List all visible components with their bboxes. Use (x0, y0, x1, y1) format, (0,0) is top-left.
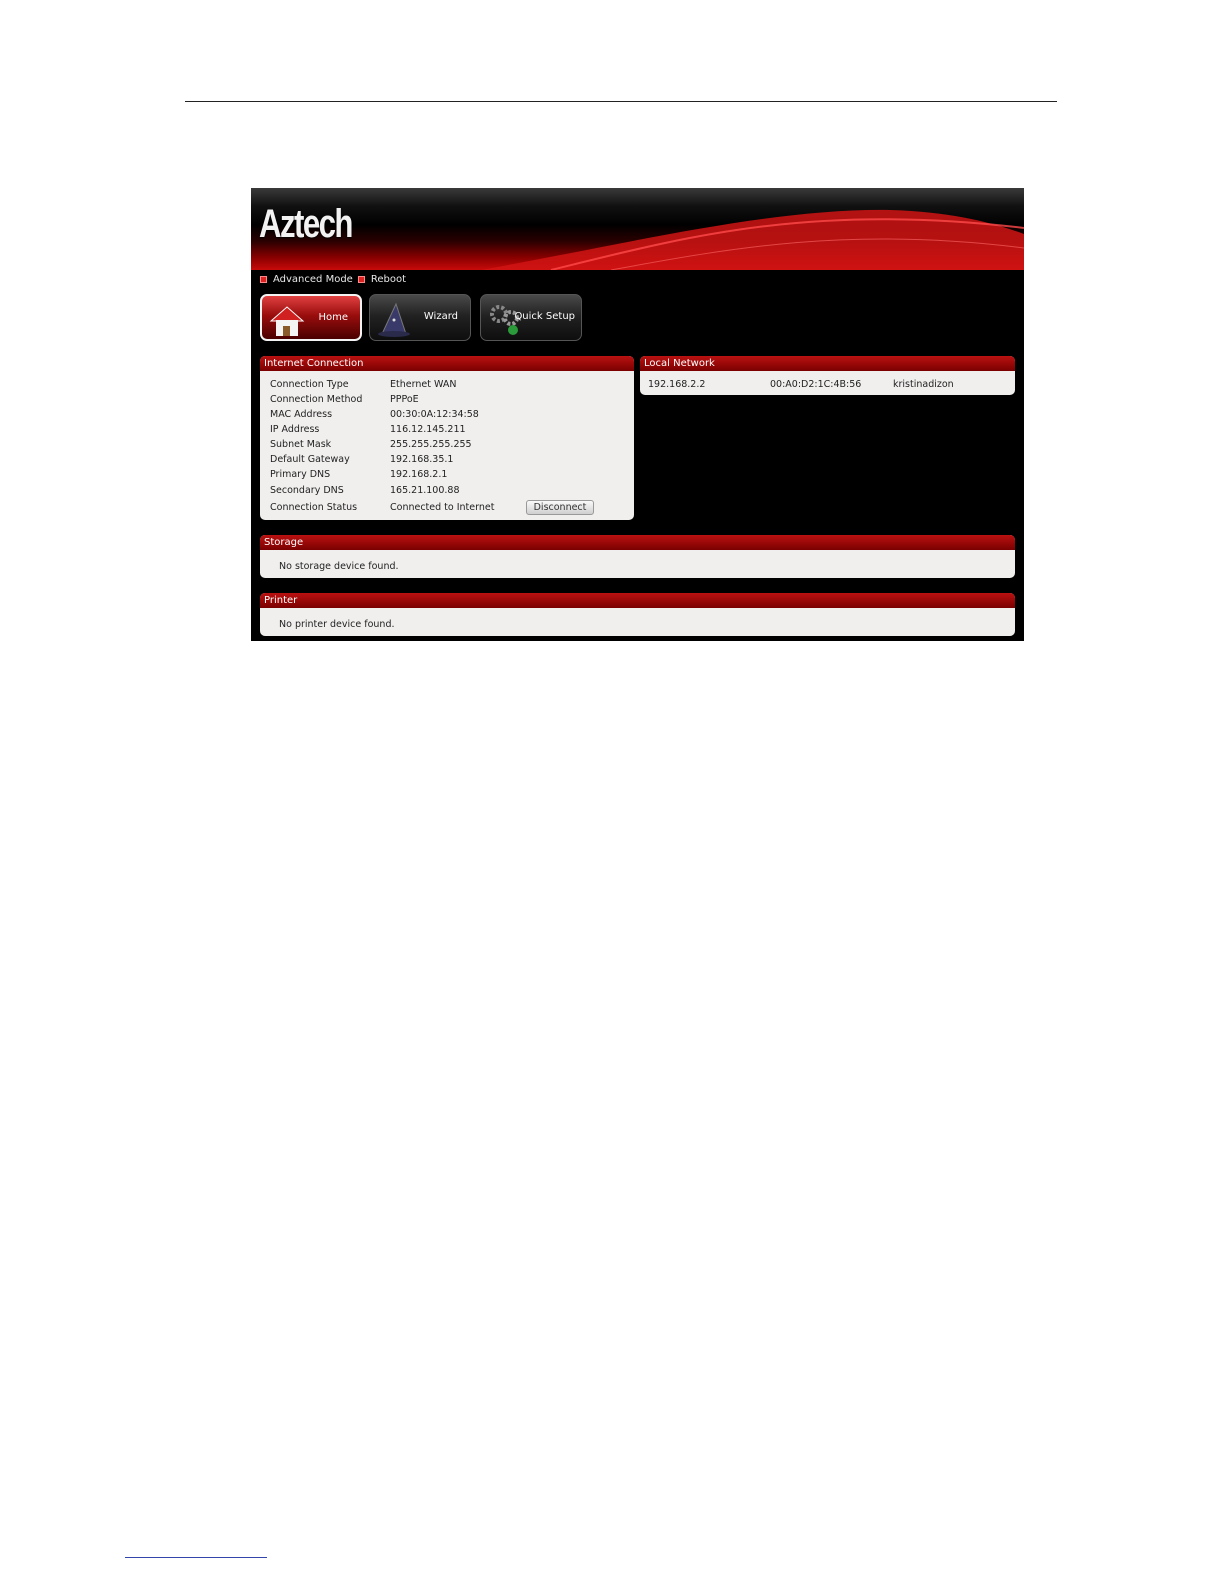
wizard-hat-icon (376, 300, 414, 342)
row-label: Connection Status (270, 502, 358, 513)
reboot-link[interactable]: Reboot (371, 274, 406, 285)
brand-logo: Aztech (259, 202, 353, 246)
nav-wizard-label: Wizard (423, 311, 458, 322)
row-value: 192.168.2.1 (390, 469, 448, 480)
connection-status-value: Connected to Internet (390, 502, 495, 513)
page-header-rule (185, 101, 1057, 102)
device-mac: 00:A0:D2:1C:4B:56 (770, 379, 862, 390)
row-label: MAC Address (270, 409, 333, 420)
row-value: 116.12.145.211 (390, 424, 466, 435)
row-label: Secondary DNS (270, 485, 344, 496)
row-label: Subnet Mask (270, 439, 332, 450)
row-label: Connection Type (270, 379, 349, 390)
row-value: PPPoE (390, 394, 419, 405)
bullet-icon (260, 275, 267, 283)
internet-connection-title: Internet Connection (260, 356, 634, 371)
device-ip: 192.168.2.2 (648, 379, 706, 390)
router-admin-screenshot: Aztech Advanced Mode Reboot Home Wizard (251, 188, 1024, 641)
top-links: Advanced Mode Reboot (260, 272, 411, 286)
footnote-rule (125, 1557, 267, 1558)
device-name: kristinadizon (893, 379, 954, 390)
printer-message: No printer device found. (279, 619, 395, 630)
nav-quick-setup-button[interactable]: Quick Setup (480, 294, 582, 341)
row-label: Primary DNS (270, 469, 331, 480)
row-value: Ethernet WAN (390, 379, 457, 390)
storage-title: Storage (260, 535, 1015, 550)
advanced-mode-link[interactable]: Advanced Mode (273, 274, 353, 285)
banner-swoosh (481, 209, 1024, 270)
local-network-panel: Local Network 192.168.2.2 00:A0:D2:1C:4B… (640, 356, 1015, 395)
row-value: 165.21.100.88 (390, 485, 460, 496)
disconnect-button[interactable]: Disconnect (526, 500, 594, 515)
nav-wizard-button[interactable]: Wizard (369, 294, 471, 341)
internet-connection-panel: Internet Connection Connection Type Ethe… (260, 356, 634, 520)
storage-message: No storage device found. (279, 561, 399, 572)
row-value: 192.168.35.1 (390, 454, 454, 465)
local-network-title: Local Network (640, 356, 1015, 371)
nav-quick-setup-label: Quick Setup (514, 311, 575, 322)
row-label: IP Address (270, 424, 320, 435)
nav-home-button[interactable]: Home (260, 294, 362, 341)
bullet-icon (357, 275, 365, 283)
house-icon (268, 301, 306, 343)
storage-panel: Storage No storage device found. (260, 535, 1015, 578)
row-label: Connection Method (270, 394, 363, 405)
nav-home-label: Home (318, 312, 348, 323)
printer-title: Printer (260, 593, 1015, 608)
header-banner: Aztech (251, 188, 1024, 270)
row-value: 00:30:0A:12:34:58 (390, 409, 479, 420)
row-label: Default Gateway (270, 454, 350, 465)
printer-panel: Printer No printer device found. (260, 593, 1015, 636)
row-value: 255.255.255.255 (390, 439, 472, 450)
